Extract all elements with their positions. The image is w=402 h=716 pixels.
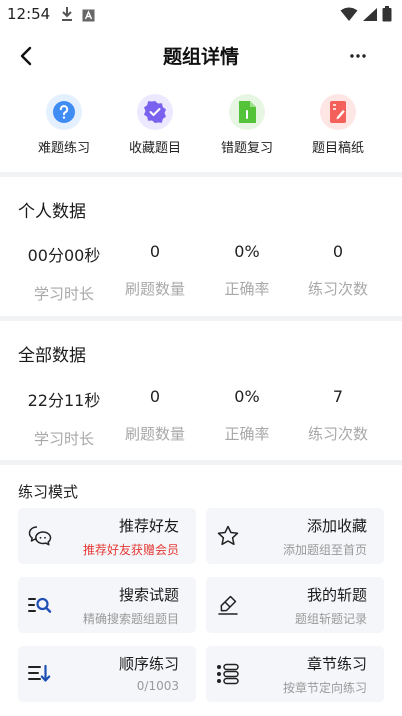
all-stats: 22分11秒 学习时长 0 刷题数量 0% 正确率 7 练习次数 xyxy=(0,387,402,457)
nav-bar: 题组详情 xyxy=(0,34,402,78)
sort-down-icon xyxy=(28,664,51,682)
all-data-title: 全部数据 xyxy=(18,346,86,366)
card-add-favorite[interactable]: 添加收藏 添加题组至首页 xyxy=(206,508,384,564)
card-chapter-practice[interactable]: 章节练习 按章节定向练习 xyxy=(206,646,384,702)
more-dots-icon xyxy=(350,54,366,58)
stat-study-time: 22分11秒 学习时长 xyxy=(27,391,101,448)
stat-study-time: 00分00秒 学习时长 xyxy=(27,246,101,303)
personal-data-title: 个人数据 xyxy=(18,202,86,222)
notebook-icon xyxy=(330,101,346,123)
section-divider xyxy=(0,172,402,177)
quick-actions: 难题练习 收藏题目 错题复习 题目稿纸 xyxy=(0,94,402,158)
practice-modes-title: 练习模式 xyxy=(18,483,79,501)
quick-item-scratch-paper[interactable]: 题目稿纸 xyxy=(292,94,384,156)
stat-practice-count: 0 练习次数 xyxy=(307,242,368,298)
section-divider xyxy=(0,460,402,465)
card-sequential-practice[interactable]: 顺序练习 0/1003 xyxy=(18,646,196,702)
list-icon xyxy=(217,663,239,685)
quick-item-wrong-review[interactable]: 错题复习 xyxy=(201,94,293,156)
section-divider xyxy=(0,316,402,321)
stat-question-count: 0 刷题数量 xyxy=(124,242,185,298)
personal-stats: 00分00秒 学习时长 0 刷题数量 0% 正确率 0 练习次数 xyxy=(0,242,402,312)
page-title: 题组详情 xyxy=(162,46,239,68)
star-icon xyxy=(217,525,239,546)
stat-accuracy: 0% 正确率 xyxy=(224,387,270,443)
wifi-icon xyxy=(340,7,358,26)
battery-icon xyxy=(382,6,392,26)
quick-item-favorites[interactable]: 收藏题目 xyxy=(109,94,201,156)
card-recommend-friend[interactable]: 推荐好友 推荐好友获赠会员 xyxy=(18,508,196,564)
signal-icon xyxy=(362,7,378,26)
status-bar: 12:54 xyxy=(0,0,402,28)
card-search-questions[interactable]: 搜索试题 精确搜索题组题目 xyxy=(18,577,196,633)
card-my-cut-questions[interactable]: 我的斩题 题组斩题记录 xyxy=(206,577,384,633)
eraser-icon xyxy=(218,595,238,615)
download-icon xyxy=(60,6,74,26)
search-list-icon xyxy=(28,597,52,613)
status-time: 12:54 xyxy=(7,5,51,23)
question-icon xyxy=(53,101,75,123)
stat-accuracy: 0% 正确率 xyxy=(224,242,270,298)
stat-question-count: 0 刷题数量 xyxy=(124,387,185,443)
document-icon xyxy=(239,101,256,123)
badge-check-icon xyxy=(144,101,166,123)
chat-icon xyxy=(28,526,52,546)
stat-practice-count: 7 练习次数 xyxy=(307,387,368,443)
more-button[interactable] xyxy=(344,42,372,70)
quick-item-hard-practice[interactable]: 难题练习 xyxy=(18,94,110,156)
app-notification-icon xyxy=(82,7,95,26)
